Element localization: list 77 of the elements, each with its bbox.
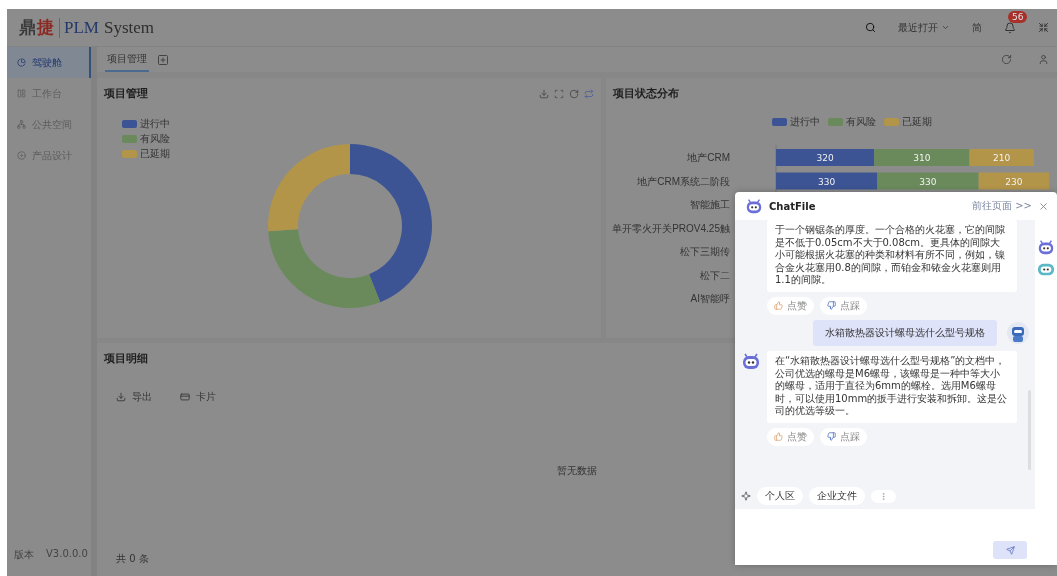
empty-message: 暂无数据: [557, 464, 597, 478]
bar: [978, 172, 1050, 190]
search-icon[interactable]: [865, 22, 876, 33]
add-tab-icon[interactable]: [157, 53, 169, 66]
notification-button[interactable]: [1004, 21, 1016, 34]
category-label: 松下三期传: [680, 246, 730, 257]
network-icon: [17, 120, 26, 129]
bell-icon: [1004, 21, 1016, 34]
goto-page-link[interactable]: 前往页面 >>: [972, 199, 1032, 213]
legend-item: 进行中: [122, 117, 170, 131]
value-label: 310: [913, 153, 931, 163]
thumbs-down-icon: [827, 432, 836, 441]
user-avatar-icon: [1007, 321, 1029, 344]
layout-icon: [17, 89, 26, 98]
pie-chart-icon: [17, 58, 26, 67]
app-logo: 鼎捷 PLM System: [19, 16, 156, 39]
thumbs-up-icon: [774, 301, 783, 310]
value-label: 230: [1005, 176, 1023, 187]
legend-item: 已延期: [883, 115, 932, 129]
disc-icon: [17, 151, 26, 160]
fullscreen-button[interactable]: [1038, 22, 1049, 33]
recent-dropdown[interactable]: 最近打开: [898, 20, 950, 35]
like-button[interactable]: 点赞: [767, 427, 814, 446]
fullscreen-icon: [1038, 22, 1049, 33]
fullscreen-icon[interactable]: [554, 88, 564, 99]
category-label: AI智能呼: [690, 293, 730, 304]
card-icon: [180, 392, 190, 402]
robot-icon: [741, 351, 761, 371]
value-label: 210: [993, 153, 1011, 163]
bot-message: 在“水箱散热器设计螺母选什么型号规格”的文档中，公司优选的螺母是M6螺母，该螺母是一种中等大小的螺母，适用于直径为6mm的螺栓。选用M6螺母时，可以使用10mm的扳手进行安装和拆卸。这是公司的优选等级一。: [767, 351, 1017, 423]
robot-icon: [745, 197, 763, 215]
refresh-icon[interactable]: [569, 88, 579, 99]
dislike-button[interactable]: 点踩: [820, 296, 867, 315]
toolbar-button[interactable]: 导出: [116, 390, 152, 404]
sidebar-item[interactable]: 驾驶舱: [7, 47, 91, 78]
send-icon: [1005, 545, 1015, 555]
value-label: 330: [818, 176, 836, 187]
chat-title: ChatFile: [769, 200, 817, 212]
category-label: 地产CRM: [687, 152, 730, 163]
legend-item: 进行中: [771, 115, 820, 129]
filter-chip[interactable]: 个人区: [757, 487, 803, 505]
category-label: 智能施工: [690, 199, 730, 210]
close-icon[interactable]: [1038, 200, 1049, 212]
value-label: 320: [816, 153, 834, 163]
chevron-down-icon: [941, 23, 950, 32]
panel-title: 项目状态分布: [613, 86, 680, 101]
language-button[interactable]: 简: [972, 20, 982, 35]
switch-icon[interactable]: [584, 88, 594, 99]
filter-chip[interactable]: 企业文件: [809, 487, 865, 505]
toolbar-button[interactable]: 卡片: [180, 390, 216, 404]
version-number: V3.0.0.0: [46, 548, 88, 561]
dislike-button[interactable]: 点踩: [820, 427, 867, 446]
version-label: 版本: [14, 548, 34, 562]
total-count: 共 0 条: [116, 552, 150, 566]
value-label: 330: [919, 176, 937, 187]
legend-item: 有风险: [122, 132, 170, 146]
download-icon[interactable]: [539, 88, 549, 99]
panel-title: 项目明细: [104, 351, 148, 366]
sparkle-icon[interactable]: [741, 491, 751, 501]
thumbs-down-icon: [827, 301, 836, 310]
user-icon[interactable]: [1038, 54, 1049, 65]
message-input[interactable]: [735, 509, 1057, 565]
send-button[interactable]: [993, 541, 1027, 559]
notification-badge: 56: [1008, 10, 1028, 23]
bot-message: 于一个钢锯条的厚度。一个合格的火花塞，它的间隙是不低于0.05cm不大于0.08cm。更具体的间隙大小可能根据火花塞的种类和材料有所不同，例如，镍合金火花塞用0.8的间隙，而铂金和铱金火花塞则用1.1的间隙。: [767, 220, 1017, 292]
panel-title: 项目管理: [104, 86, 149, 101]
user-message: 水箱散热器设计螺母选什么型号规格: [813, 319, 997, 346]
more-icon: [879, 491, 888, 501]
tab[interactable]: 项目管理: [105, 47, 149, 72]
refresh-icon[interactable]: [1001, 54, 1012, 65]
legend-item: 有风险: [827, 115, 876, 129]
thumbs-up-icon: [774, 432, 783, 441]
more-button[interactable]: [871, 489, 896, 503]
category-label: 单开零火开关PROV4.25触: [612, 222, 730, 234]
like-button[interactable]: 点赞: [767, 296, 814, 315]
download-icon: [116, 392, 126, 402]
legend-item: 已延期: [122, 147, 170, 161]
